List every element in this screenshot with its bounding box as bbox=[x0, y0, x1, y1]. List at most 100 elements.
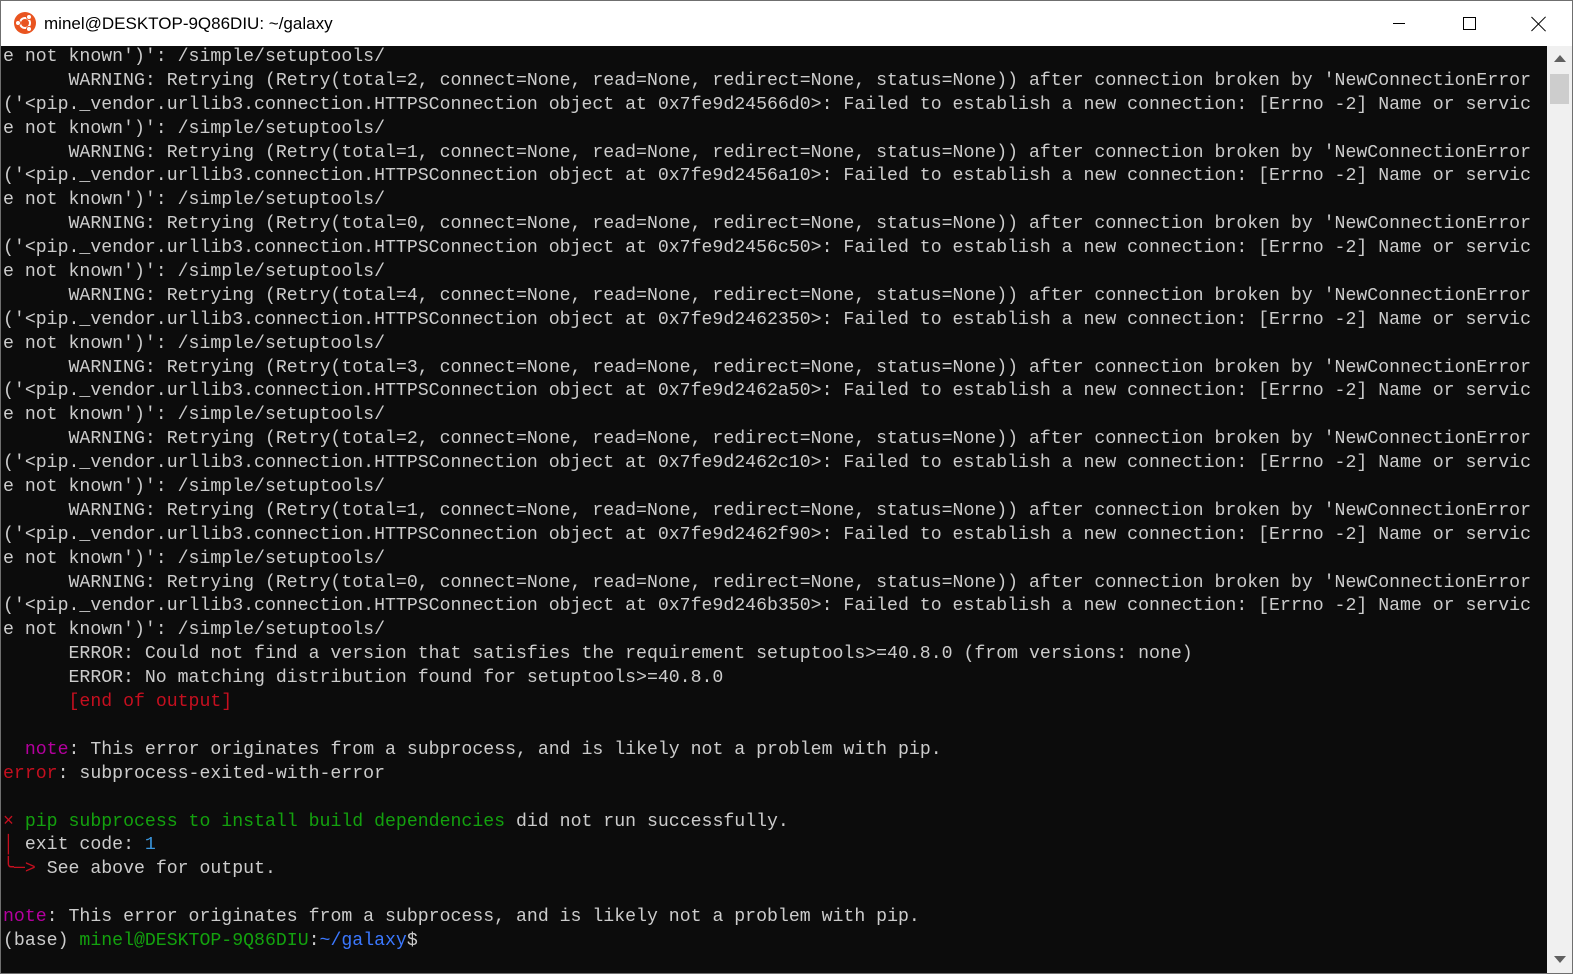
terminal-line: WARNING: Retrying (Retry(total=1, connec… bbox=[3, 500, 1531, 524]
terminal-text: e not known')': /simple/setuptools/ bbox=[3, 548, 385, 569]
terminal-text: minel@DESKTOP-9Q86DIU bbox=[79, 930, 309, 951]
terminal-text: WARNING: Retrying (Retry(total=0, connec… bbox=[3, 214, 1531, 235]
terminal-text: ('<pip._vendor.urllib3.connection.HTTPSC… bbox=[3, 238, 1531, 259]
terminal-line: ('<pip._vendor.urllib3.connection.HTTPSC… bbox=[3, 165, 1531, 189]
terminal-line: e not known')': /simple/setuptools/ bbox=[3, 333, 1531, 357]
terminal-text: [end of output] bbox=[68, 692, 233, 713]
terminal-line: e not known')': /simple/setuptools/ bbox=[3, 548, 1531, 572]
terminal-line: (base) minel@DESKTOP-9Q86DIU:~/galaxy$ bbox=[3, 930, 1531, 954]
terminal-line: e not known')': /simple/setuptools/ bbox=[3, 619, 1531, 643]
terminal-text: ('<pip._vendor.urllib3.connection.HTTPSC… bbox=[3, 524, 1531, 545]
terminal-text: See above for output. bbox=[35, 859, 276, 880]
arrow-down-icon bbox=[1553, 955, 1566, 963]
terminal-line: ╰─> See above for output. bbox=[3, 858, 1531, 882]
terminal-text: WARNING: Retrying (Retry(total=0, connec… bbox=[3, 572, 1531, 593]
terminal-text: ('<pip._vendor.urllib3.connection.HTTPSC… bbox=[3, 166, 1531, 187]
ubuntu-icon[interactable] bbox=[14, 12, 36, 34]
scroll-thumb[interactable] bbox=[1550, 74, 1569, 104]
terminal-text: $ bbox=[406, 930, 418, 951]
terminal-text: (base) bbox=[3, 930, 80, 951]
terminal-text: did not run successfully. bbox=[505, 811, 789, 832]
terminal-text: e not known')': /simple/setuptools/ bbox=[3, 405, 385, 426]
terminal-text: ('<pip._vendor.urllib3.connection.HTTPSC… bbox=[3, 596, 1531, 617]
minimize-button[interactable] bbox=[1364, 1, 1434, 46]
terminal-text: : bbox=[308, 930, 320, 951]
terminal-line: ('<pip._vendor.urllib3.connection.HTTPSC… bbox=[3, 524, 1531, 548]
terminal-line: note: This error originates from a subpr… bbox=[3, 739, 1531, 763]
terminal-line: ('<pip._vendor.urllib3.connection.HTTPSC… bbox=[3, 94, 1531, 118]
terminal-line: WARNING: Retrying (Retry(total=0, connec… bbox=[3, 213, 1531, 237]
terminal-line: WARNING: Retrying (Retry(total=2, connec… bbox=[3, 428, 1531, 452]
terminal-text: ERROR: No matching distribution found fo… bbox=[3, 668, 724, 689]
terminal-window: minel@DESKTOP-9Q86DIU: ~/galaxy e not kn… bbox=[0, 0, 1573, 974]
terminal-text: ('<pip._vendor.urllib3.connection.HTTPSC… bbox=[3, 94, 1531, 115]
terminal-text: WARNING: Retrying (Retry(total=3, connec… bbox=[3, 357, 1531, 378]
terminal-text: exit code: bbox=[13, 835, 145, 856]
scroll-up-button[interactable] bbox=[1547, 48, 1572, 68]
terminal-line: e not known')': /simple/setuptools/ bbox=[3, 189, 1531, 213]
vertical-scrollbar[interactable] bbox=[1547, 46, 1572, 973]
terminal-line: ('<pip._vendor.urllib3.connection.HTTPSC… bbox=[3, 309, 1531, 333]
terminal-text: WARNING: Retrying (Retry(total=2, connec… bbox=[3, 429, 1531, 450]
terminal-text: : This error originates from a subproces… bbox=[46, 907, 920, 928]
terminal-line: ('<pip._vendor.urllib3.connection.HTTPSC… bbox=[3, 237, 1531, 261]
terminal-line: WARNING: Retrying (Retry(total=0, connec… bbox=[3, 572, 1531, 596]
terminal-text: ('<pip._vendor.urllib3.connection.HTTPSC… bbox=[3, 381, 1531, 402]
terminal-text: 1 bbox=[144, 835, 156, 856]
terminal-line: WARNING: Retrying (Retry(total=2, connec… bbox=[3, 70, 1531, 94]
close-icon bbox=[1531, 16, 1547, 32]
terminal-line: [end of output] bbox=[3, 691, 1531, 715]
terminal-text: error bbox=[3, 763, 58, 784]
terminal-text: pip subprocess to install build dependen… bbox=[24, 811, 506, 832]
terminal-line: │ exit code: 1 bbox=[3, 834, 1531, 858]
terminal-line: WARNING: Retrying (Retry(total=4, connec… bbox=[3, 285, 1531, 309]
terminal-text: e not known')': /simple/setuptools/ bbox=[3, 47, 385, 67]
window-title: minel@DESKTOP-9Q86DIU: ~/galaxy bbox=[44, 14, 333, 33]
terminal-line: e not known')': /simple/setuptools/ bbox=[3, 261, 1531, 285]
terminal-text: WARNING: Retrying (Retry(total=2, connec… bbox=[3, 70, 1531, 91]
terminal-text: │ bbox=[3, 835, 14, 856]
scroll-down-button[interactable] bbox=[1547, 949, 1572, 969]
terminal-line: WARNING: Retrying (Retry(total=1, connec… bbox=[3, 142, 1531, 166]
title-bar[interactable]: minel@DESKTOP-9Q86DIU: ~/galaxy bbox=[1, 1, 1572, 46]
terminal-text: WARNING: Retrying (Retry(total=4, connec… bbox=[3, 285, 1531, 306]
terminal-text: ERROR: Could not find a version that sat… bbox=[3, 644, 1193, 665]
terminal-text: e not known')': /simple/setuptools/ bbox=[3, 262, 385, 283]
terminal-text: e not known')': /simple/setuptools/ bbox=[3, 190, 385, 211]
maximize-icon bbox=[1462, 17, 1476, 30]
terminal-line: ERROR: No matching distribution found fo… bbox=[3, 667, 1531, 691]
terminal-line: ('<pip._vendor.urllib3.connection.HTTPSC… bbox=[3, 452, 1531, 476]
terminal-line: e not known')': /simple/setuptools/ bbox=[3, 46, 1531, 70]
terminal-line: e not known')': /simple/setuptools/ bbox=[3, 404, 1531, 428]
terminal-text: e not known')': /simple/setuptools/ bbox=[3, 333, 385, 354]
terminal-line: e not known')': /simple/setuptools/ bbox=[3, 118, 1531, 142]
terminal-text: WARNING: Retrying (Retry(total=1, connec… bbox=[3, 500, 1531, 521]
terminal-text: note bbox=[24, 739, 69, 760]
terminal-text: e not known')': /simple/setuptools/ bbox=[3, 477, 385, 498]
terminal-line: × pip subprocess to install build depend… bbox=[3, 811, 1531, 835]
terminal-text: e not known')': /simple/setuptools/ bbox=[3, 118, 385, 139]
terminal-text: WARNING: Retrying (Retry(total=1, connec… bbox=[3, 142, 1531, 163]
terminal-line: error: subprocess-exited-with-error bbox=[3, 763, 1531, 787]
terminal-text: : This error originates from a subproces… bbox=[68, 739, 942, 760]
close-button[interactable] bbox=[1504, 1, 1572, 46]
terminal-line: ERROR: Could not find a version that sat… bbox=[3, 643, 1531, 667]
minimize-icon bbox=[1393, 23, 1405, 24]
terminal-text: : subprocess-exited-with-error bbox=[57, 763, 386, 784]
terminal-line: ('<pip._vendor.urllib3.connection.HTTPSC… bbox=[3, 380, 1531, 404]
terminal-text: ~/galaxy bbox=[319, 930, 407, 951]
terminal-line: e not known')': /simple/setuptools/ bbox=[3, 476, 1531, 500]
terminal-text: e not known')': /simple/setuptools/ bbox=[3, 620, 385, 641]
terminal-text: ╰─> bbox=[3, 859, 36, 880]
terminal-text: ('<pip._vendor.urllib3.connection.HTTPSC… bbox=[3, 453, 1531, 474]
terminal-text: note bbox=[3, 907, 47, 928]
maximize-button[interactable] bbox=[1434, 1, 1504, 46]
terminal-output[interactable]: e not known')': /simple/setuptools/ WARN… bbox=[1, 46, 1547, 973]
terminal-lines: e not known')': /simple/setuptools/ WARN… bbox=[3, 46, 1531, 954]
terminal-line: note: This error originates from a subpr… bbox=[3, 906, 1531, 930]
arrow-up-icon bbox=[1553, 54, 1566, 62]
